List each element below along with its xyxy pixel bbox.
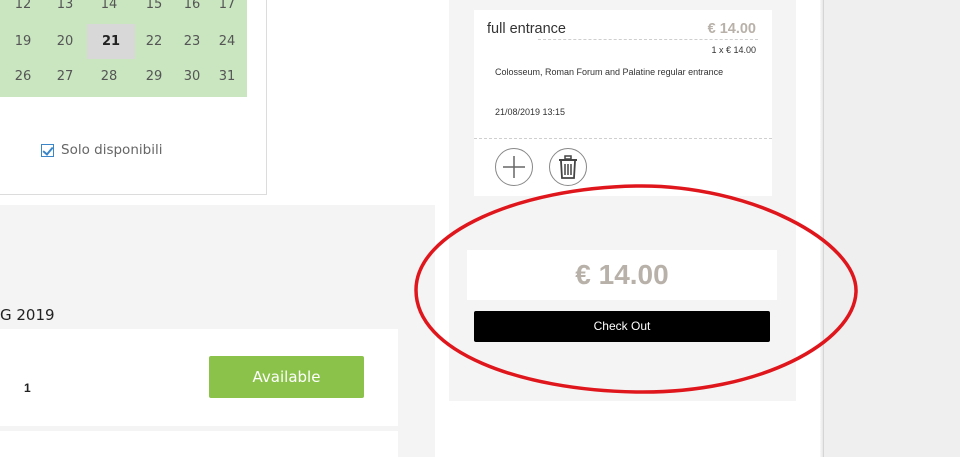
add-item-button[interactable]: [495, 148, 533, 186]
content-edge-shadow: [820, 0, 824, 457]
calendar-day[interactable]: 28: [91, 62, 127, 92]
calendar-day[interactable]: 23: [174, 27, 210, 57]
calendar-day[interactable]: 12: [5, 0, 41, 20]
calendar-day[interactable]: 30: [174, 62, 210, 92]
calendar-day[interactable]: 31: [209, 62, 245, 92]
calendar-day[interactable]: 19: [5, 27, 41, 57]
slot-row: 1 Available: [0, 329, 398, 426]
trash-icon: [559, 155, 577, 179]
calendar-day[interactable]: 22: [136, 27, 172, 57]
slot-number: 1: [24, 381, 31, 395]
available-button[interactable]: Available: [209, 356, 364, 398]
only-available-filter[interactable]: Solo disponibili: [41, 142, 162, 158]
only-available-checkbox[interactable]: [41, 143, 54, 157]
calendar-day[interactable]: 29: [136, 62, 172, 92]
calendar-day[interactable]: 27: [47, 62, 83, 92]
plus-icon: [503, 156, 525, 178]
calendar-day[interactable]: 16: [174, 0, 210, 20]
page-right-margin: [823, 0, 960, 457]
calendar-day-selected[interactable]: 21: [87, 24, 135, 59]
calendar-day[interactable]: 15: [136, 0, 172, 20]
calendar-day[interactable]: 14: [91, 0, 127, 20]
calendar-day[interactable]: 17: [209, 0, 245, 20]
cart-total: € 14.00: [467, 250, 777, 300]
checkout-button[interactable]: Check Out: [474, 311, 770, 342]
cart-item-quantity: 1 x € 14.00: [711, 45, 756, 55]
remove-item-button[interactable]: [549, 148, 587, 186]
divider: [538, 39, 758, 40]
calendar-box: 12 13 14 15 16 17 19 20 21 22 23 24 26 2…: [0, 0, 267, 195]
calendar-day[interactable]: 13: [47, 0, 83, 20]
cart-item-price: € 14.00: [707, 21, 756, 37]
slots-date-title: G 2019: [0, 306, 55, 324]
cart-item-datetime: 21/08/2019 13:15: [495, 107, 566, 117]
cart-item-description: Colosseum, Roman Forum and Palatine regu…: [495, 67, 724, 77]
calendar-day[interactable]: 24: [209, 27, 245, 57]
divider: [474, 138, 772, 139]
calendar-grid: 12 13 14 15 16 17 19 20 21 22 23 24 26 2…: [0, 0, 247, 97]
calendar-day[interactable]: 20: [47, 27, 83, 57]
cart-item-name: full entrance: [487, 21, 566, 37]
cart-item: full entrance € 14.00 1 x € 14.00 Coloss…: [474, 10, 772, 196]
slot-row: [0, 431, 398, 457]
only-available-label: Solo disponibili: [61, 142, 163, 158]
calendar-day[interactable]: 26: [5, 62, 41, 92]
